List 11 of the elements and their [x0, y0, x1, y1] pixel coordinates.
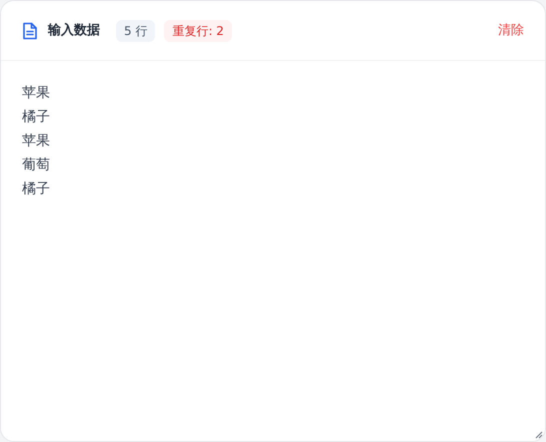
clear-button[interactable]: 清除 — [498, 20, 524, 40]
document-icon — [22, 22, 38, 40]
line-count-badge: 5 行 — [116, 20, 156, 42]
duplicate-count-badge: 重复行: 2 — [164, 20, 232, 42]
resize-handle-icon[interactable] — [535, 431, 543, 439]
input-line: 苹果 — [22, 84, 50, 103]
input-line: 橘子 — [22, 108, 50, 127]
input-line: 橘子 — [22, 180, 50, 199]
input-line: 苹果 — [22, 132, 50, 151]
input-line: 葡萄 — [22, 156, 50, 175]
card-title: 输入数据 — [48, 22, 100, 40]
